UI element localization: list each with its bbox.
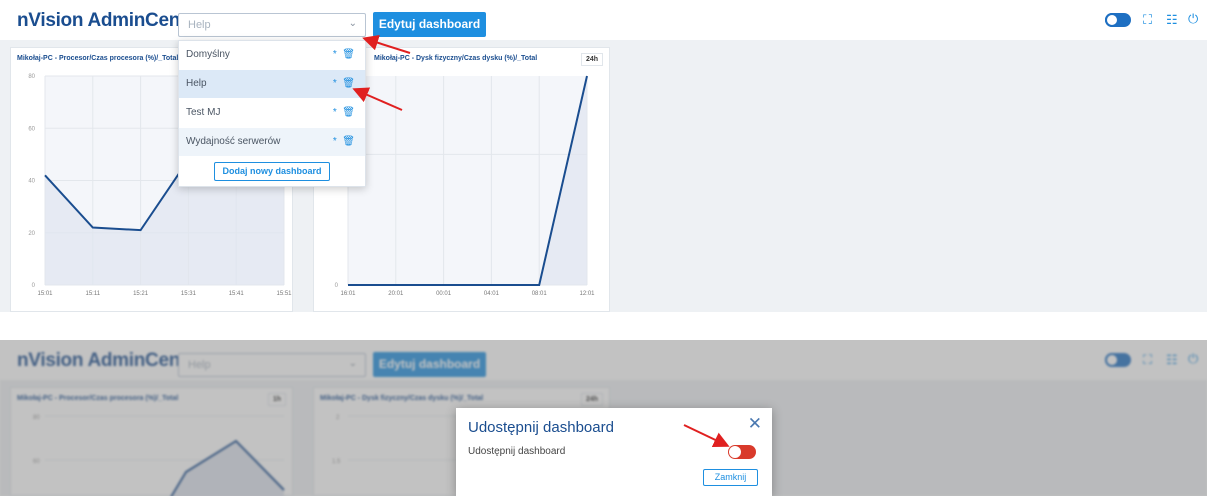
y-tick-label: 0 xyxy=(32,283,36,289)
y-tick-label: 60 xyxy=(28,126,35,132)
dropdown-item-label: Help xyxy=(186,78,207,89)
x-tick-label: 12:01 xyxy=(579,291,595,297)
top-bar: nVision AdminCenter Help ⌄ Edytuj dashbo… xyxy=(0,0,1207,40)
add-dashboard-button[interactable]: Dodaj nowy dashboard xyxy=(214,162,330,181)
y-tick-label: 40 xyxy=(28,179,35,185)
trash-icon[interactable]: 🗑 xyxy=(342,136,355,147)
modal-title: Udostępnij dashboard xyxy=(468,419,614,436)
dropdown-item[interactable]: Help * 🗑 xyxy=(179,70,365,98)
dropdown-item-label: Wydajność serwerów xyxy=(186,136,281,147)
x-tick-label: 00:01 xyxy=(436,291,452,297)
dashboard-select[interactable]: Help ⌄ xyxy=(178,13,366,37)
chevron-down-icon: ⌄ xyxy=(348,18,357,29)
share-icon[interactable]: * xyxy=(333,78,337,89)
share-toggle[interactable] xyxy=(728,445,756,459)
x-tick-label: 15:31 xyxy=(181,291,197,297)
x-tick-label: 04:01 xyxy=(484,291,500,297)
x-tick-label: 20:01 xyxy=(388,291,404,297)
edit-dashboard-button[interactable]: Edytuj dashboard xyxy=(373,12,486,37)
dropdown-item[interactable]: Wydajność serwerów * 🗑 xyxy=(179,128,365,156)
share-toggle-label: Udostępnij dashboard xyxy=(468,446,566,457)
x-tick-label: 08:01 xyxy=(532,291,548,297)
screenshot-dropdown: nVision AdminCenter Help ⌄ Edytuj dashbo… xyxy=(0,0,1207,312)
close-button[interactable]: Zamknij xyxy=(703,469,758,486)
trash-icon[interactable]: 🗑 xyxy=(342,78,355,89)
trash-icon[interactable]: 🗑 xyxy=(342,107,355,118)
x-tick-label: 15:01 xyxy=(37,291,53,297)
network-toggle-icon[interactable] xyxy=(1105,13,1131,27)
dashboard-dropdown: Domyślny * 🗑 Help * 🗑 Test MJ * 🗑 Wydajn… xyxy=(178,40,366,187)
app-title: nVision AdminCenter xyxy=(17,10,204,31)
dropdown-item[interactable]: Test MJ * 🗑 xyxy=(179,99,365,127)
y-tick-label: 80 xyxy=(28,74,35,80)
close-icon[interactable]: ✕ xyxy=(748,414,762,434)
share-dashboard-modal: Udostępnij dashboard ✕ Udostępnij dashbo… xyxy=(456,408,772,496)
share-icon[interactable]: * xyxy=(333,136,337,147)
share-icon[interactable]: * xyxy=(333,107,337,118)
dropdown-item-label: Domyślny xyxy=(186,49,230,60)
x-tick-label: 15:11 xyxy=(86,291,101,297)
x-tick-label: 15:41 xyxy=(229,291,245,297)
dashboard-select-value: Help xyxy=(188,19,211,31)
fullscreen-icon[interactable]: ⛶ xyxy=(1143,13,1152,27)
y-tick-label: 20 xyxy=(28,231,35,237)
share-icon[interactable]: * xyxy=(333,49,337,60)
dropdown-item-label: Test MJ xyxy=(186,107,221,118)
power-icon[interactable]: ⏻ xyxy=(1188,12,1198,26)
x-tick-label: 15:51 xyxy=(276,291,292,297)
y-tick-label: 0 xyxy=(335,283,339,289)
dropdown-item[interactable]: Domyślny * 🗑 xyxy=(179,41,365,69)
trash-icon[interactable]: 🗑 xyxy=(342,49,355,60)
x-tick-label: 16:01 xyxy=(340,291,356,297)
x-tick-label: 15:21 xyxy=(133,291,149,297)
grid-icon[interactable]: ☷ xyxy=(1166,13,1178,27)
